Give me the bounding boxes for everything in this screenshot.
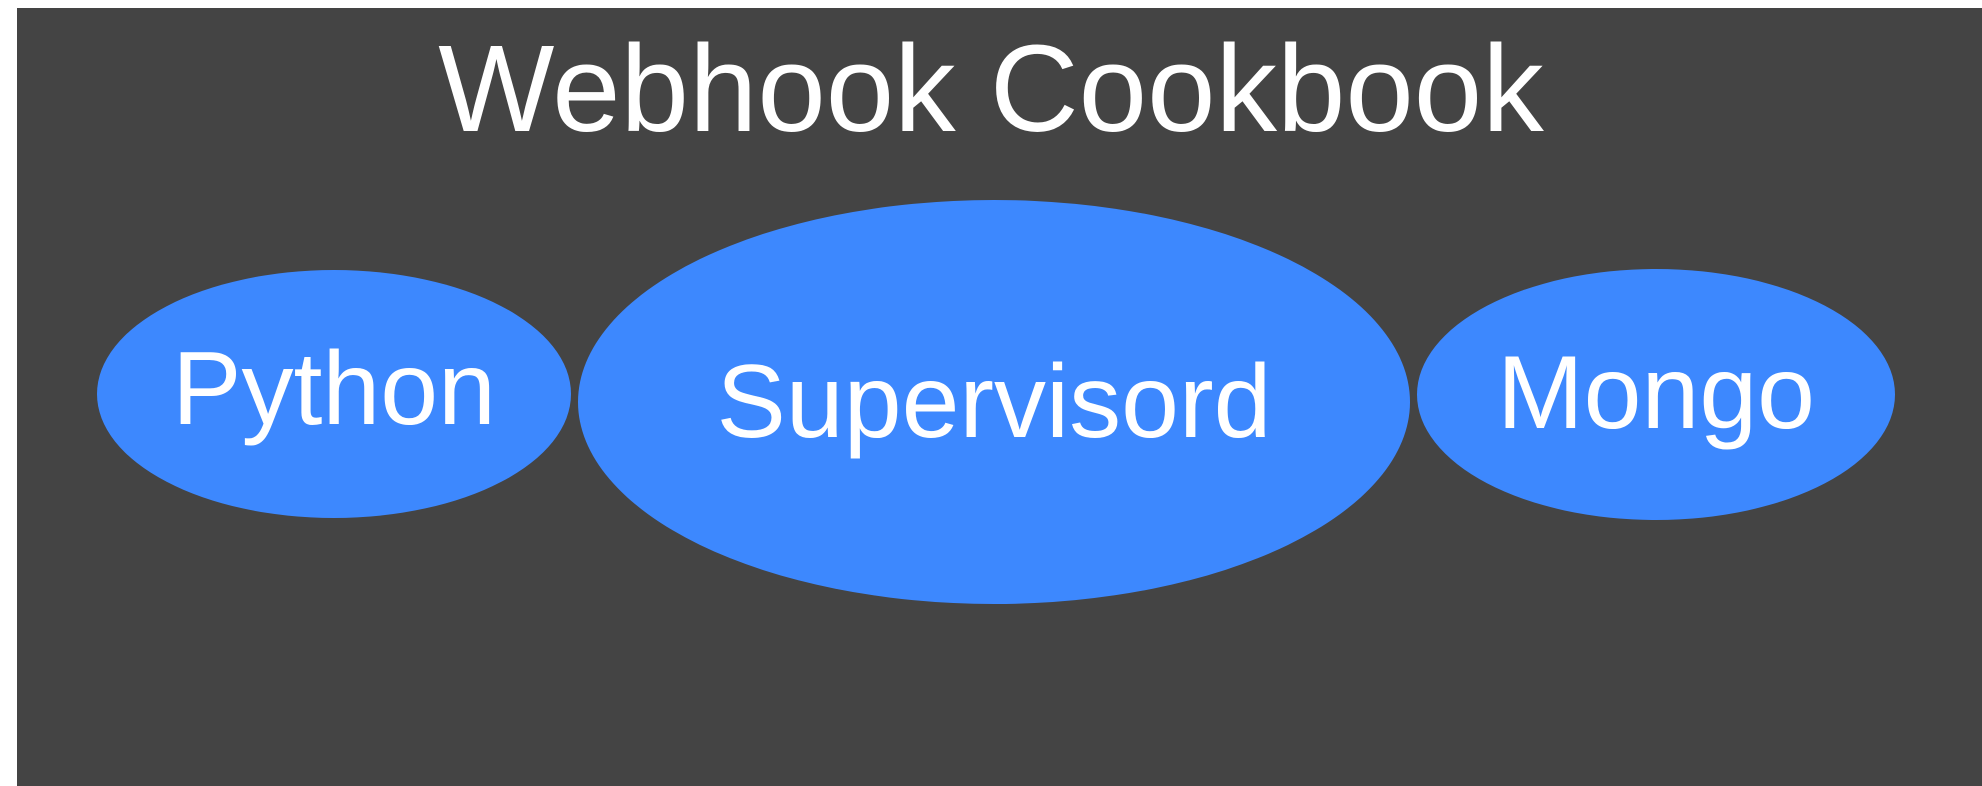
- supervisord-node-label: Supervisord: [716, 344, 1272, 460]
- mongo-node: Mongo: [1417, 269, 1895, 520]
- supervisord-node: Supervisord: [578, 200, 1410, 604]
- diagram-title: Webhook Cookbook: [438, 21, 1544, 158]
- python-node: Python: [97, 270, 571, 518]
- mongo-node-label: Mongo: [1497, 334, 1815, 451]
- python-node-label: Python: [172, 331, 496, 447]
